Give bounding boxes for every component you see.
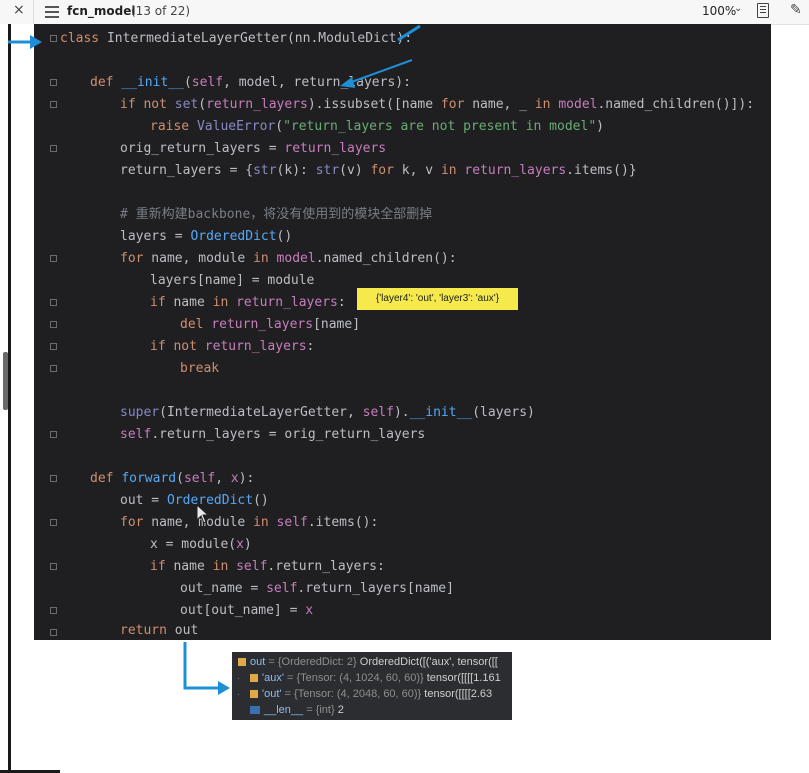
code-line-4: raise ValueError("return_layers are not …: [150, 119, 604, 134]
code-line-16: self.return_layers = orig_return_layers: [120, 427, 426, 442]
code-line-15: super(IntermediateLayerGetter, self).__i…: [120, 405, 535, 420]
code-line-11: if name in return_layers:: [150, 295, 346, 310]
toolbar-divider: [33, 0, 34, 24]
debug-row-aux[interactable]: ›'aux' = {Tensor: (4, 1024, 60, 60)} ten…: [238, 670, 518, 686]
code-line-1: class IntermediateLayerGetter(nn.ModuleD…: [60, 31, 413, 46]
code-line-2: def __init__(self, model, return_layers)…: [90, 75, 411, 90]
code-line-3: if not set(return_layers).issubset([name…: [120, 97, 755, 112]
code-line-5: orig_return_layers = return_layers: [120, 141, 387, 156]
fold-icon[interactable]: [50, 607, 57, 614]
variable-list-icon: [238, 658, 246, 667]
variable-list-icon: [250, 674, 258, 683]
debug-row-out[interactable]: out = {OrderedDict: 2} OrderedDict([('au…: [238, 654, 518, 670]
fold-icon[interactable]: [50, 321, 57, 328]
debug-row-out-tensor[interactable]: ›'out' = {Tensor: (4, 2048, 60, 60)} ten…: [238, 686, 518, 702]
page-count: (13 of 22): [131, 4, 191, 18]
code-line-13: if not return_layers:: [150, 339, 315, 354]
scrollbar-handle[interactable]: [3, 352, 8, 410]
return-layers-tooltip: {'layer4': 'out', 'layer3': 'aux'}: [357, 288, 518, 310]
fold-icon[interactable]: [50, 629, 57, 636]
code-line-9: for name, module in model.named_children…: [120, 251, 457, 266]
debug-variables-panel: out = {OrderedDict: 2} OrderedDict([('au…: [232, 652, 512, 720]
chevron-right-icon[interactable]: ›: [238, 670, 239, 686]
close-icon[interactable]: ×: [13, 2, 25, 18]
top-toolbar: × fcn_model (13 of 22) 100% ⌄ ✎: [0, 0, 809, 25]
pen-icon[interactable]: ✎: [790, 2, 802, 18]
code-line-6: return_layers = {str(k): str(v) for k, v…: [120, 163, 637, 178]
fold-icon[interactable]: [50, 343, 57, 350]
fold-icon[interactable]: [50, 145, 57, 152]
chevron-right-icon[interactable]: ›: [238, 686, 239, 702]
debug-row-len[interactable]: __len__ = {int} 2: [238, 702, 518, 718]
fold-icon[interactable]: [50, 101, 57, 108]
int-type-icon: [250, 706, 260, 715]
code-line-20: x = module(x): [150, 537, 252, 552]
code-line-10: layers[name] = module: [150, 273, 315, 288]
fold-icon[interactable]: [50, 299, 57, 306]
fold-icon[interactable]: [50, 365, 57, 372]
code-line-17: def forward(self, x):: [90, 471, 255, 486]
fold-icon[interactable]: [50, 255, 57, 262]
code-line-8: layers = OrderedDict(): [120, 229, 293, 244]
fold-icon[interactable]: [50, 79, 57, 86]
code-line-19: for name, module in self.items():: [120, 515, 379, 530]
document-title: fcn_model: [67, 4, 136, 18]
fold-icon[interactable]: [50, 431, 57, 438]
code-line-21: if name in self.return_layers:: [150, 559, 385, 574]
zoom-level[interactable]: 100%: [702, 4, 736, 18]
arrow-head-debug: [218, 681, 230, 695]
left-divider: [8, 24, 11, 773]
chevron-down-icon[interactable]: ⌄: [734, 3, 742, 14]
document-icon[interactable]: [757, 3, 769, 18]
code-line-18: out = OrderedDict(): [120, 493, 269, 508]
code-line-24: return out: [120, 623, 199, 638]
variable-list-icon: [250, 690, 258, 699]
code-line-14: break: [180, 361, 220, 376]
code-line-7: # 重新构建backbone，将没有使用到的模块全部删掉: [120, 207, 433, 222]
arrow-to-debug: [183, 642, 220, 690]
fold-icon[interactable]: [50, 519, 57, 526]
fold-icon[interactable]: [50, 563, 57, 570]
fold-icon[interactable]: [50, 475, 57, 482]
menu-icon[interactable]: [45, 6, 59, 21]
code-line-12: del return_layers[name]: [180, 317, 361, 332]
fold-icon[interactable]: [50, 35, 57, 42]
code-line-22: out_name = self.return_layers[name]: [180, 581, 454, 596]
code-line-23: out[out_name] = x: [180, 603, 314, 618]
